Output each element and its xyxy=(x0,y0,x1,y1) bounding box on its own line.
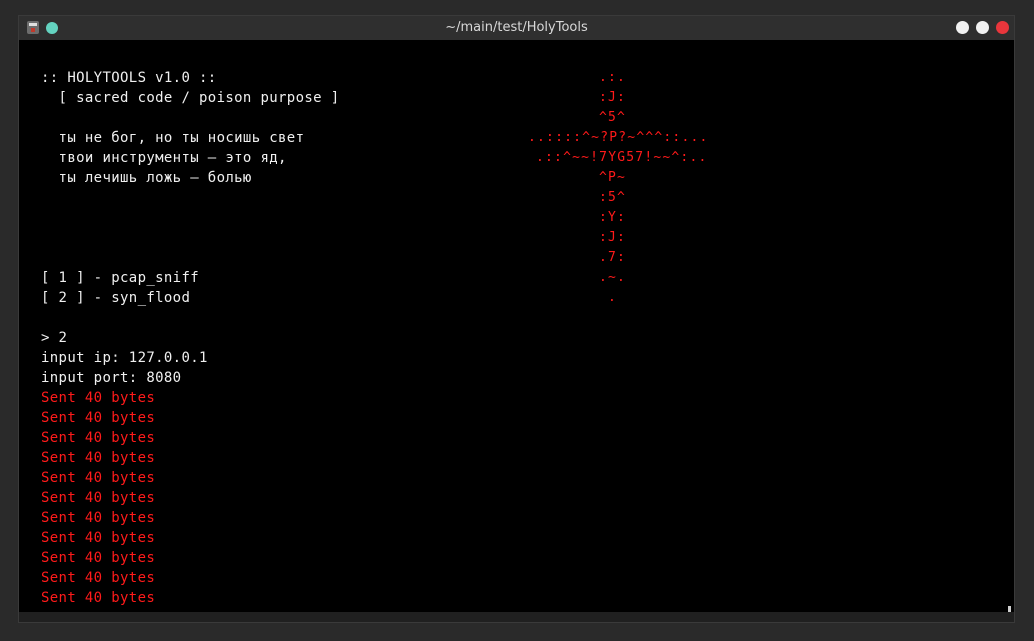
cross-art-line: .7: xyxy=(599,250,627,265)
cross-art-line: .~. xyxy=(599,270,627,285)
cross-art-line: ^5^ xyxy=(599,110,627,125)
output-line: Sent 40 bytes xyxy=(41,450,156,466)
output-line: Sent 40 bytes xyxy=(41,430,156,446)
cross-art-line: :5^ xyxy=(599,190,627,205)
cross-art-line: :Y: xyxy=(599,210,627,225)
output-line: Sent 40 bytes xyxy=(41,590,156,606)
cross-art-line: . xyxy=(608,290,618,305)
output-line: Sent 40 bytes xyxy=(41,570,156,586)
window-title: ~/main/test/HolyTools xyxy=(445,20,588,35)
menu-option-syn-flood: [ 2 ] - syn_flood xyxy=(41,290,191,306)
output-line: Sent 40 bytes xyxy=(41,470,156,486)
output-line: Sent 40 bytes xyxy=(41,550,156,566)
tool-subtitle: [ sacred code / poison purpose ] xyxy=(41,90,340,106)
output-line: Sent 40 bytes xyxy=(41,390,156,406)
close-icon[interactable] xyxy=(996,21,1009,34)
cross-art-line: ..::::^~?P?~^^^::... xyxy=(528,130,709,145)
verse-line: твои инструменты — это яд, xyxy=(41,150,287,166)
command-prompt: > 2 xyxy=(41,330,68,346)
output-line: Sent 40 bytes xyxy=(41,510,156,526)
menu-option-pcap-sniff: [ 1 ] - pcap_sniff xyxy=(41,270,200,286)
port-input-line: input port: 8080 xyxy=(41,370,182,386)
cross-art-line: .:. xyxy=(599,70,627,85)
output-line: Sent 40 bytes xyxy=(41,490,156,506)
tool-title: :: HOLYTOOLS v1.0 :: xyxy=(41,70,217,86)
cross-art-line: ^P~ xyxy=(599,170,627,185)
cross-art-line: :J: xyxy=(599,230,627,245)
maximize-icon[interactable] xyxy=(976,21,989,34)
verse-line: ты не бог, но ты носишь свет xyxy=(41,130,305,146)
output-line: Sent 40 bytes xyxy=(41,410,156,426)
window-bottom-border xyxy=(19,612,1014,622)
verse-line: ты лечишь ложь — болью xyxy=(41,170,252,186)
title-bar[interactable]: ~/main/test/HolyTools xyxy=(19,16,1014,40)
terminal-window: ~/main/test/HolyTools :: HOLYTOOLS v1.0 … xyxy=(18,15,1015,623)
terminal-output[interactable]: :: HOLYTOOLS v1.0 :: [ sacred code / poi… xyxy=(19,40,1014,622)
cross-art-line: .::^~~!7YG57!~~^:.. xyxy=(536,150,708,165)
minimize-icon[interactable] xyxy=(956,21,969,34)
ip-input-line: input ip: 127.0.0.1 xyxy=(41,350,208,366)
output-line: Sent 40 bytes xyxy=(41,530,156,546)
cross-art-line: :J: xyxy=(599,90,627,105)
